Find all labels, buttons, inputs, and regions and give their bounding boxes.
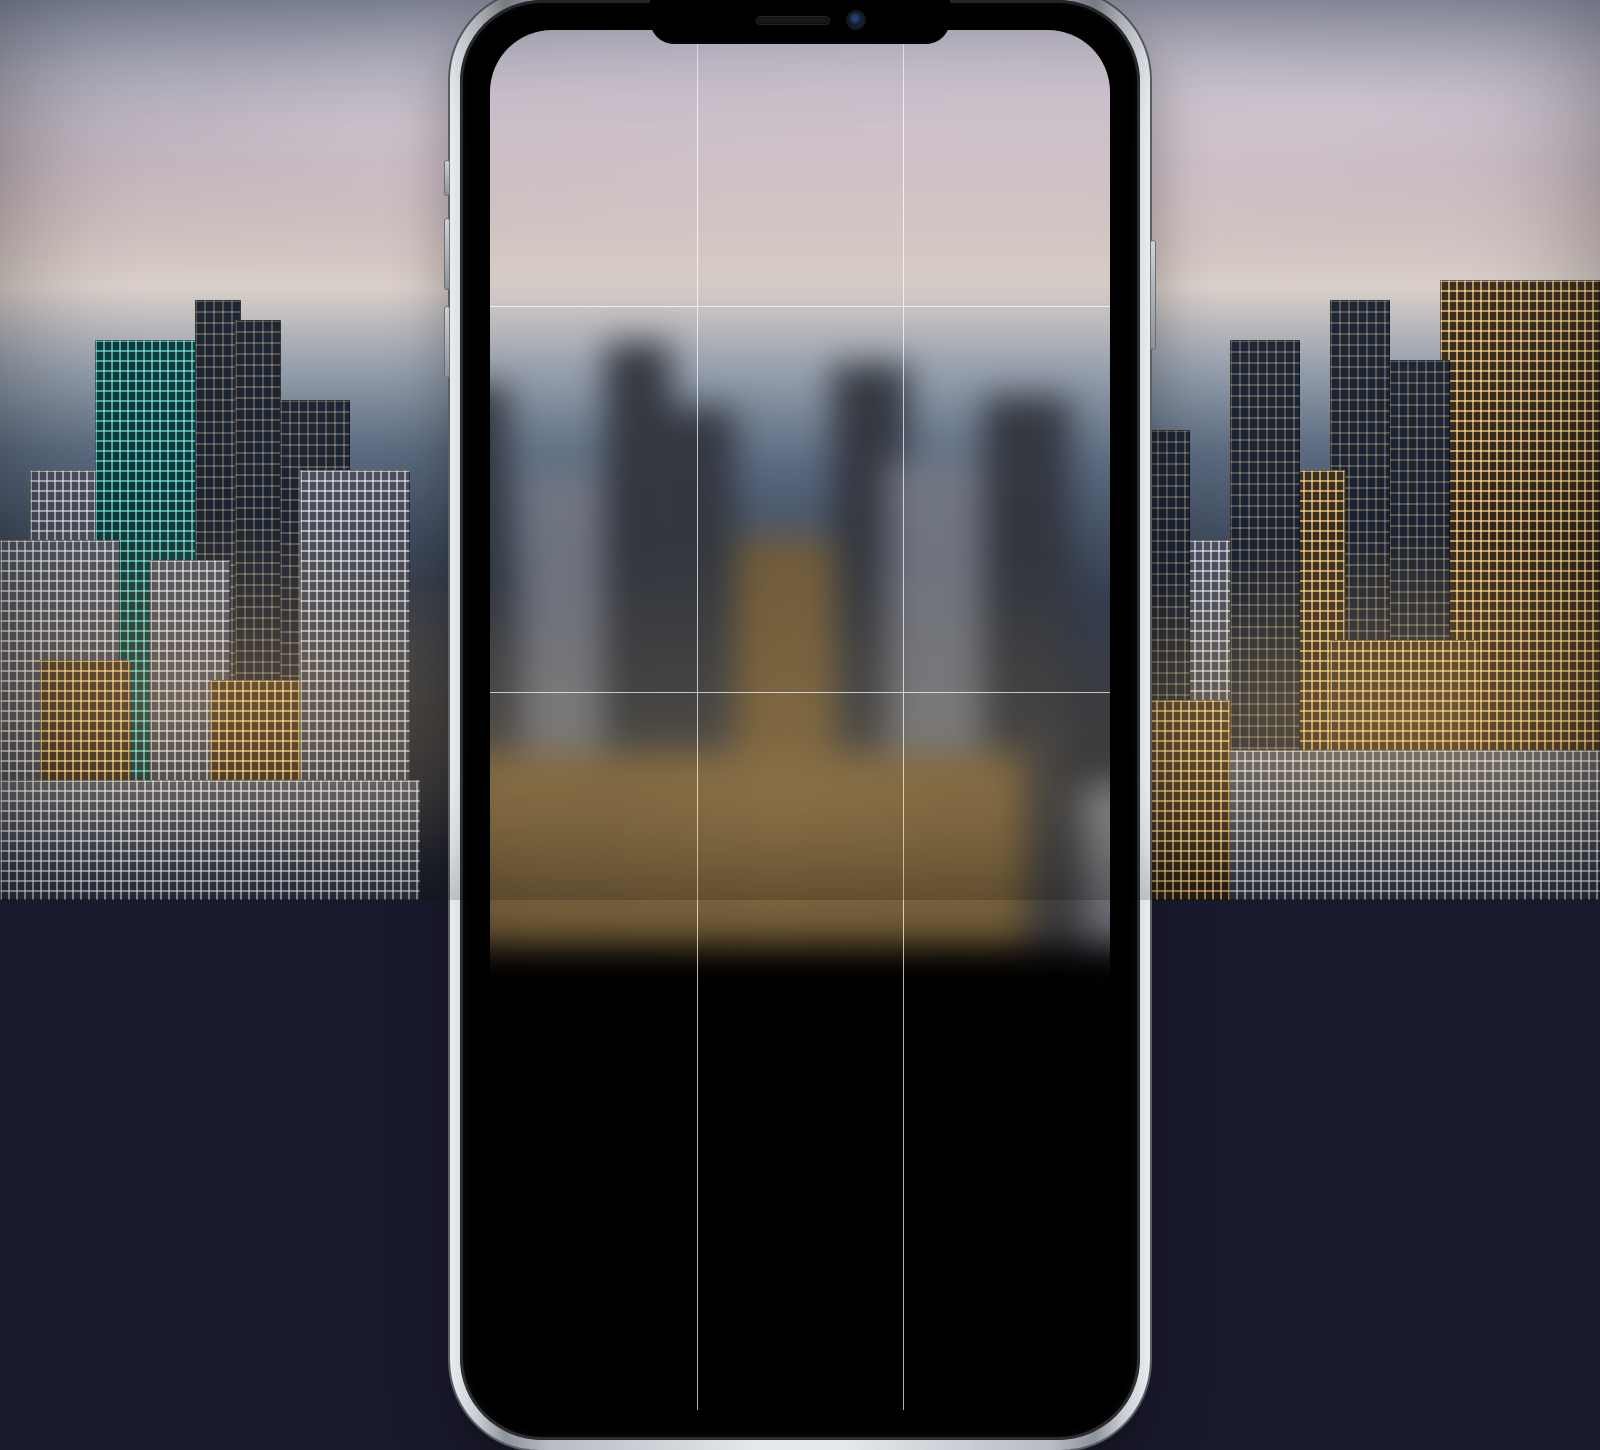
earpiece-speaker-icon <box>757 17 829 24</box>
phone-bezel <box>460 0 1140 1440</box>
mute-switch <box>444 160 450 196</box>
volume-up-button <box>444 218 450 290</box>
power-button <box>1150 240 1156 350</box>
phone-notch <box>650 0 950 44</box>
viewfinder-scene <box>490 30 1110 947</box>
camera-viewfinder[interactable] <box>490 30 1110 1410</box>
phone-mockup <box>450 0 1150 1450</box>
skyline-left <box>0 260 420 900</box>
front-camera-icon <box>848 12 864 28</box>
volume-down-button <box>444 306 450 378</box>
